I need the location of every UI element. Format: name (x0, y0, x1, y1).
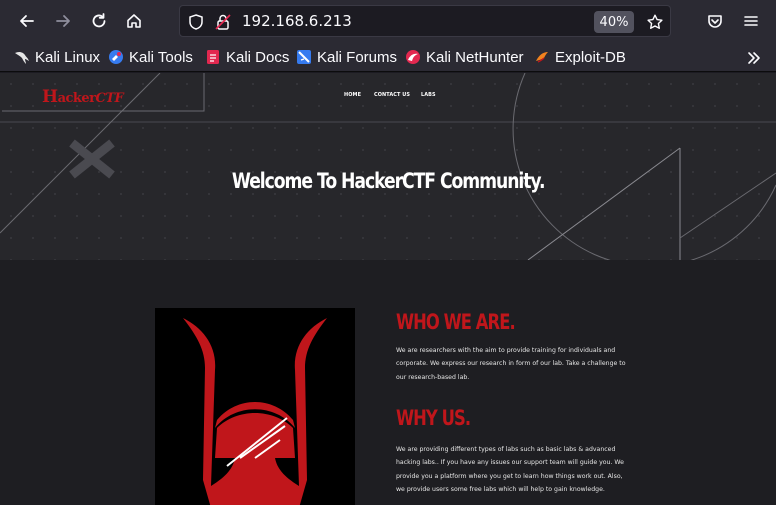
nethunter-icon (406, 50, 420, 64)
bookmark-kali-forums[interactable]: Kali Forums (296, 47, 397, 67)
url-text[interactable]: 192.168.6.213 (242, 12, 352, 30)
more-bookmarks-button[interactable] (746, 48, 762, 68)
nav-contact-us[interactable]: CONTACT US (374, 92, 410, 98)
red-h-logo-icon (183, 318, 327, 505)
bookmark-label: Kali Forums (317, 48, 398, 66)
arrow-left-icon (20, 15, 34, 27)
arrow-right-icon (56, 15, 70, 27)
bookmark-label: Kali Tools (129, 48, 193, 66)
hero-title: Welcome To HackerCTF Community. (231, 169, 546, 193)
double-chevron-right-icon (748, 52, 760, 64)
bookmark-star-icon[interactable] (646, 13, 664, 31)
logo-initial: H (42, 87, 58, 107)
why-us-title: WHY US. (396, 406, 471, 430)
bookmark-label: Exploit-DB (555, 48, 626, 66)
bookmark-kali-nethunter[interactable]: Kali NetHunter (405, 47, 524, 67)
bookmark-kali-tools[interactable]: Kali Tools (108, 47, 193, 67)
reload-button[interactable] (84, 6, 114, 36)
about-section: WHO WE ARE. We are researchers with the … (0, 260, 776, 505)
insecure-lock-icon[interactable] (214, 13, 232, 31)
nav-labs[interactable]: LABS (421, 92, 436, 98)
hero-section: HackerCTF HOME CONTACT US LABS Welcome T… (0, 73, 776, 260)
bookmark-kali-docs[interactable]: Kali Docs (205, 47, 289, 67)
back-button[interactable] (12, 6, 42, 36)
bookmark-label: Kali Docs (226, 48, 290, 66)
browser-toolbar: 192.168.6.213 40% (0, 0, 776, 42)
pocket-button[interactable] (700, 6, 730, 36)
kali-forums-icon (297, 50, 311, 64)
home-icon (127, 14, 141, 28)
bookmark-kali-linux[interactable]: Kali Linux (14, 47, 100, 67)
bookmark-exploit-db[interactable]: Exploit-DB (534, 47, 626, 67)
who-we-are-title: WHO WE ARE. (396, 310, 516, 334)
menu-button[interactable] (736, 6, 766, 36)
kali-tools-icon (109, 50, 123, 64)
bookmarks-toolbar: Kali Linux Kali Tools Kali Docs Kali For… (0, 42, 776, 72)
exploit-db-icon (536, 52, 548, 63)
who-we-are-text: We are researchers with the aim to provi… (396, 347, 626, 381)
bookmark-label: Kali NetHunter (426, 48, 524, 66)
kali-docs-icon (207, 50, 219, 64)
why-us-text: We are providing different types of labs… (396, 446, 624, 494)
pocket-icon (708, 15, 722, 28)
hamburger-menu-icon (744, 16, 758, 26)
site-logo[interactable]: HackerCTF (42, 87, 124, 107)
forward-button[interactable] (48, 6, 78, 36)
kali-dragon-icon (15, 51, 29, 64)
reload-icon (92, 13, 106, 28)
zoom-level-button[interactable]: 40% (594, 11, 634, 33)
logo-rest: acker (57, 91, 96, 106)
shield-icon[interactable] (187, 13, 205, 31)
nav-home[interactable]: HOME (344, 92, 361, 98)
url-bar[interactable]: 192.168.6.213 40% (179, 5, 671, 37)
web-page: HackerCTF HOME CONTACT US LABS Welcome T… (0, 73, 776, 505)
bookmark-label: Kali Linux (35, 48, 101, 66)
logo-suffix: CTF (95, 91, 124, 106)
hackerctf-logo-image (155, 308, 355, 505)
home-button[interactable] (119, 6, 149, 36)
